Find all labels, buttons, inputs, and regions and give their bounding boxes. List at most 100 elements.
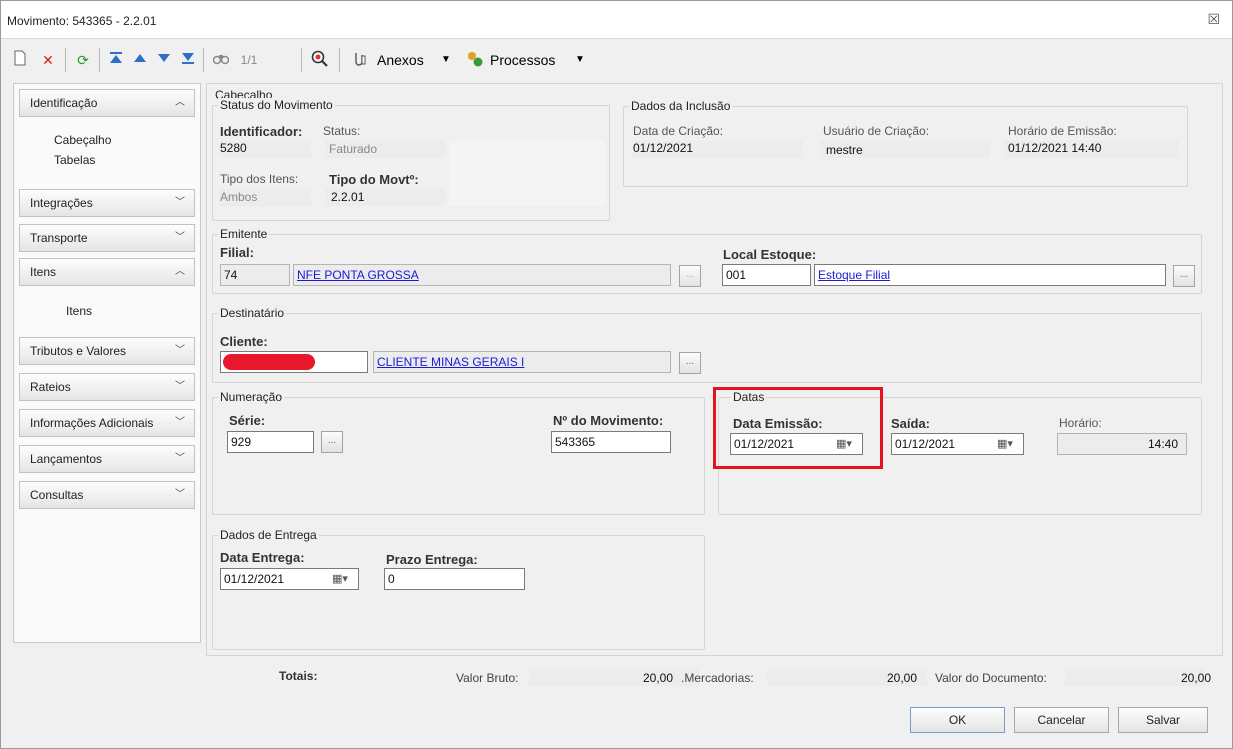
cliente-name-field[interactable]: CLIENTE MINAS GERAIS I xyxy=(373,351,671,373)
toolbar-separator xyxy=(65,48,66,72)
cancel-button[interactable]: Cancelar xyxy=(1014,707,1109,733)
tipo-movto-value: 2.2.01 xyxy=(331,190,365,204)
horario-emissao-label: Horário de Emissão: xyxy=(1008,124,1117,138)
chevron-up-icon: ︿ xyxy=(175,97,185,108)
sidebar-item-cabecalho[interactable]: Cabeçalho xyxy=(54,133,111,147)
cliente-lookup-button[interactable]: ... xyxy=(679,352,701,374)
toolbar-separator xyxy=(339,48,340,72)
sidebar-section-label: Informações Adicionais xyxy=(30,416,154,430)
data-entrega-value: 01/12/2021 xyxy=(224,572,285,586)
save-button[interactable]: Salvar xyxy=(1118,707,1208,733)
status-label: Status: xyxy=(323,124,361,138)
usuario-label: Usuário de Criação: xyxy=(823,124,930,138)
refresh-icon[interactable]: ⟳ xyxy=(73,50,93,70)
prev-icon[interactable] xyxy=(131,50,149,70)
sidebar: Identificação ︿ Cabeçalho Tabelas Integr… xyxy=(13,83,201,643)
filial-name-link[interactable]: NFE PONTA GROSSA xyxy=(297,268,419,282)
processos-button[interactable]: Processos xyxy=(490,50,570,70)
filial-code-field[interactable]: 74 xyxy=(220,264,290,286)
last-icon[interactable] xyxy=(179,50,197,70)
sidebar-section-rateios[interactable]: Rateios ﹀ xyxy=(19,373,195,401)
filial-lookup-button[interactable]: ... xyxy=(679,265,701,287)
chevron-down-icon[interactable]: ▼ xyxy=(573,50,587,70)
chevron-down-icon: ﹀ xyxy=(175,453,185,464)
sidebar-section-itens[interactable]: Itens ︿ xyxy=(19,258,195,286)
cliente-name-link[interactable]: CLIENTE MINAS GERAIS I xyxy=(377,355,524,369)
filial-name-field[interactable]: NFE PONTA GROSSA xyxy=(293,264,671,286)
status-value: Faturado xyxy=(329,142,378,156)
mercadorias-value: 20,00 xyxy=(887,671,918,685)
sidebar-section-consultas[interactable]: Consultas ﹀ xyxy=(19,481,195,509)
serie-lookup-button[interactable]: ... xyxy=(321,431,343,453)
chevron-down-icon[interactable]: ▼ xyxy=(439,50,453,70)
zoom-icon[interactable] xyxy=(309,50,331,70)
prazo-entrega-field[interactable]: 0 xyxy=(384,568,525,590)
process-icon[interactable] xyxy=(465,50,485,70)
numeracao-group-title: Numeração xyxy=(218,390,285,404)
valor-bruto-field-bg xyxy=(529,669,699,686)
sidebar-section-label: Itens xyxy=(30,265,57,279)
valor-documento-value: 20,00 xyxy=(1181,671,1212,685)
find-icon[interactable] xyxy=(211,50,231,70)
local-estoque-label: Local Estoque: xyxy=(723,247,817,262)
prazo-entrega-label: Prazo Entrega: xyxy=(386,552,478,567)
sidebar-section-lancamentos[interactable]: Lançamentos ﹀ xyxy=(19,445,195,473)
saida-field[interactable]: 01/12/2021 ▦▾ xyxy=(891,433,1024,455)
record-counter: 1/1 xyxy=(240,53,258,67)
saida-label: Saída: xyxy=(891,416,931,431)
sidebar-item-itens[interactable]: Itens xyxy=(66,304,92,318)
ok-button[interactable]: OK xyxy=(910,707,1005,733)
close-icon[interactable]: ☒ xyxy=(1207,11,1220,28)
emitente-group: Emitente Filial: 74 NFE PONTA GROSSA ...… xyxy=(212,227,1202,294)
main-content: Cabeçalho Status do Movimento Identifica… xyxy=(206,83,1223,656)
local-name-field[interactable]: Estoque Filial xyxy=(814,264,1166,286)
calendar-icon[interactable]: ▦▾ xyxy=(987,434,1023,454)
filial-label: Filial: xyxy=(220,245,254,260)
horario-label: Horário: xyxy=(1059,416,1102,430)
sidebar-item-tabelas[interactable]: Tabelas xyxy=(54,153,95,167)
sidebar-section-tributos[interactable]: Tributos e Valores ﹀ xyxy=(19,337,195,365)
chevron-down-icon: ﹀ xyxy=(175,345,185,356)
toolbar: ✕ ⟳ 1/1 Anexos ▼ Processos ▼ xyxy=(1,40,1232,80)
chevron-up-icon: ︿ xyxy=(175,266,185,277)
window-title: Movimento: 543365 - 2.2.01 xyxy=(7,14,157,28)
delete-icon[interactable]: ✕ xyxy=(39,50,57,70)
anexos-button[interactable]: Anexos xyxy=(377,50,437,70)
sidebar-section-identificacao[interactable]: Identificação ︿ xyxy=(19,89,195,117)
new-icon[interactable] xyxy=(11,50,29,70)
next-icon[interactable] xyxy=(155,50,173,70)
sidebar-section-label: Transporte xyxy=(30,231,88,245)
inclusao-group-title: Dados da Inclusão xyxy=(629,99,733,113)
identificador-value: 5280 xyxy=(220,141,247,155)
serie-label: Série: xyxy=(229,413,266,428)
data-entrega-field[interactable]: 01/12/2021 ▦▾ xyxy=(220,568,359,590)
valor-bruto-value: 20,00 xyxy=(643,671,674,685)
local-lookup-button[interactable]: ... xyxy=(1173,265,1195,287)
sidebar-section-integracoes[interactable]: Integrações ﹀ xyxy=(19,189,195,217)
title-bar: Movimento: 543365 - 2.2.01 ☒ xyxy=(1,1,1232,39)
numero-movimento-field[interactable]: 543365 xyxy=(551,431,671,453)
valor-documento-label: Valor do Documento: xyxy=(935,671,1047,685)
tipo-movto-label: Tipo do Movtº: xyxy=(329,172,419,187)
sidebar-section-informacoes[interactable]: Informações Adicionais ﹀ xyxy=(19,409,195,437)
sidebar-section-label: Identificação xyxy=(30,96,98,110)
numero-movimento-label: Nº do Movimento: xyxy=(553,413,664,428)
emitente-group-title: Emitente xyxy=(218,227,270,241)
cliente-code-field[interactable] xyxy=(220,351,368,373)
sidebar-section-transporte[interactable]: Transporte ﹀ xyxy=(19,224,195,252)
valor-bruto-label: Valor Bruto: xyxy=(456,671,519,685)
serie-field[interactable]: 929 xyxy=(227,431,314,453)
data-criacao-label: Data de Criação: xyxy=(633,124,724,138)
local-code-field[interactable]: 001 xyxy=(722,264,811,286)
inclusao-group: Dados da Inclusão Data de Criação: 01/12… xyxy=(623,99,1188,187)
calendar-icon[interactable]: ▦▾ xyxy=(322,569,358,589)
horario-emissao-value: 01/12/2021 14:40 xyxy=(1008,141,1102,155)
attach-icon[interactable] xyxy=(351,50,367,70)
first-icon[interactable] xyxy=(107,50,125,70)
redaction-mark xyxy=(223,354,315,370)
local-name-link[interactable]: Estoque Filial xyxy=(818,268,890,282)
data-entrega-label: Data Entrega: xyxy=(220,550,305,565)
horario-field[interactable]: 14:40 xyxy=(1057,433,1187,455)
highlight-box xyxy=(713,387,883,469)
destinatario-group: Destinatário Cliente: CLIENTE MINAS GERA… xyxy=(212,306,1202,383)
